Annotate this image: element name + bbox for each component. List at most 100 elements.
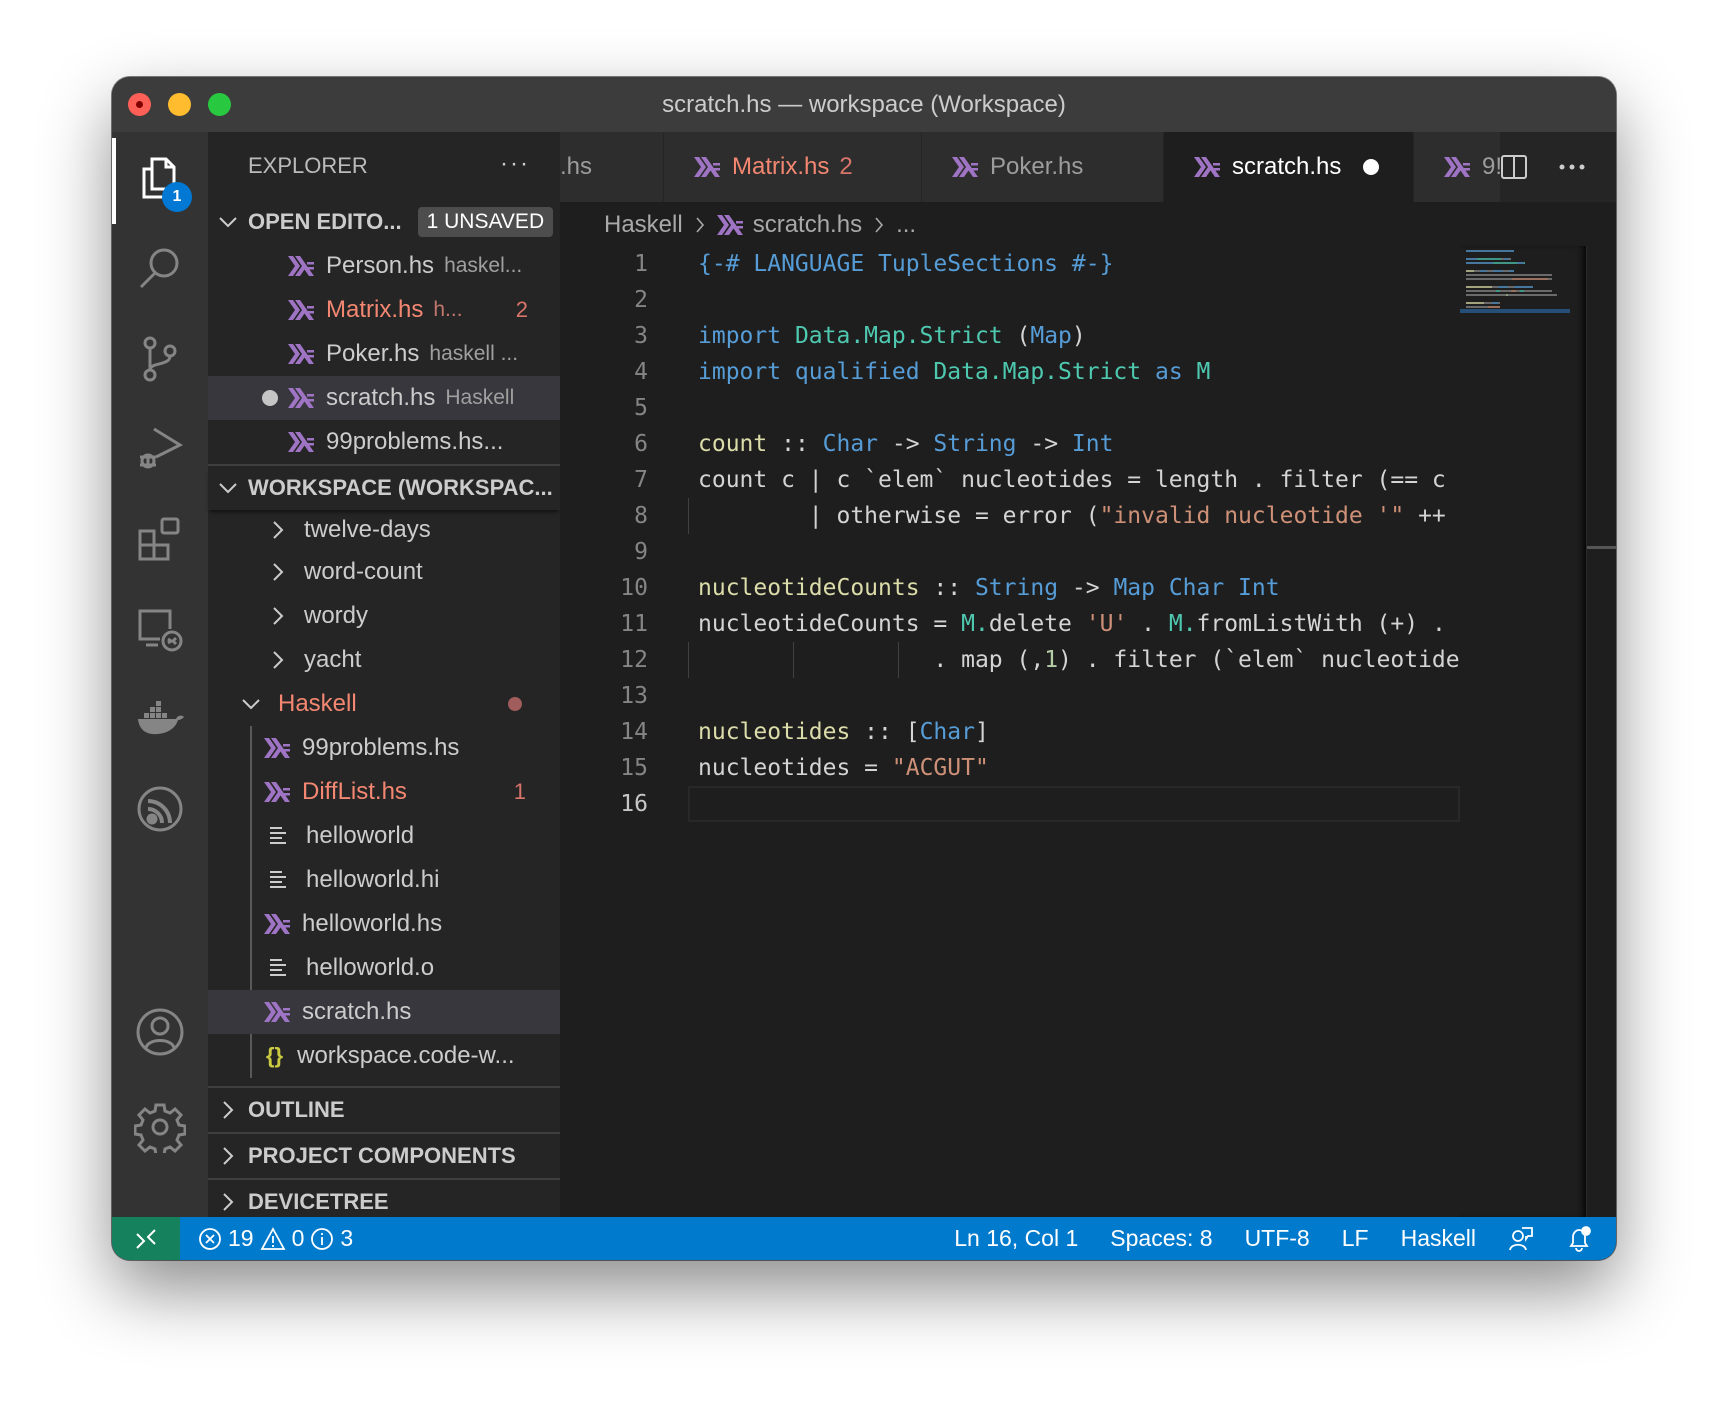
notifications-bell-icon[interactable] bbox=[1566, 1225, 1592, 1252]
text-file-icon bbox=[270, 827, 286, 844]
line-number: 13 bbox=[620, 683, 648, 709]
code-token: Data.Map.Strict bbox=[933, 359, 1142, 385]
indent-guide bbox=[898, 642, 899, 678]
line-content: nucleotides = "ACGUT" bbox=[698, 755, 989, 781]
code-token: import bbox=[698, 323, 795, 349]
tab-partial-99problems[interactable]: 9! bbox=[1414, 132, 1504, 202]
code-line[interactable]: 3 import Data.Map.Strict (Map) bbox=[560, 318, 1460, 354]
tab-problem-count: 2 bbox=[839, 153, 853, 180]
maximize-window-button[interactable] bbox=[208, 93, 231, 116]
tab-label: 9! bbox=[1482, 153, 1503, 180]
minimap-token bbox=[1466, 274, 1553, 276]
tab-scratch[interactable]: scratch.hs bbox=[1164, 132, 1414, 202]
encoding[interactable]: UTF-8 bbox=[1245, 1225, 1310, 1252]
file-path: haskel... bbox=[444, 254, 523, 277]
title-bar: scratch.hs — workspace (Workspace) bbox=[112, 77, 1616, 132]
tab-poker[interactable]: Poker.hs bbox=[922, 132, 1164, 202]
line-number: 15 bbox=[620, 755, 648, 781]
close-window-button[interactable] bbox=[128, 93, 151, 116]
activity-docker[interactable] bbox=[112, 674, 208, 764]
extensions-icon bbox=[138, 517, 180, 561]
code-line[interactable]: 5 bbox=[560, 390, 1460, 426]
haskell-icon bbox=[288, 256, 314, 276]
file-item[interactable]: helloworld.hi bbox=[208, 858, 560, 902]
problems-indicator[interactable]: 19 0 3 bbox=[198, 1225, 353, 1252]
open-editor-item-active[interactable]: scratch.hs Haskell bbox=[208, 376, 560, 420]
file-item[interactable]: DiffList.hs 1 bbox=[208, 770, 560, 814]
code-line[interactable]: 4 import qualified Data.Map.Strict as M bbox=[560, 354, 1460, 390]
folder-name: word-count bbox=[304, 558, 423, 585]
activity-espressif[interactable] bbox=[112, 764, 208, 854]
minimap-token bbox=[1498, 286, 1508, 288]
folder-item-haskell[interactable]: Haskell bbox=[208, 682, 560, 726]
code-line[interactable]: 7 count c | c `elem` nucleotides = length… bbox=[560, 462, 1460, 498]
code-line[interactable]: 2 bbox=[560, 282, 1460, 318]
code-line[interactable]: 11 nucleotideCounts = M.delete 'U' . M.fr… bbox=[560, 606, 1460, 642]
vertical-scrollbar[interactable] bbox=[1586, 246, 1616, 1217]
unsaved-dot-icon[interactable] bbox=[262, 390, 278, 406]
breadcrumb-file[interactable]: scratch.hs bbox=[753, 211, 862, 239]
file-item[interactable]: helloworld bbox=[208, 814, 560, 858]
chevron-right-icon bbox=[273, 607, 284, 625]
code-line[interactable]: 10 nucleotideCounts :: String -> Map Char… bbox=[560, 570, 1460, 606]
cursor-position[interactable]: Ln 16, Col 1 bbox=[954, 1225, 1078, 1252]
activity-explorer[interactable]: 1 bbox=[112, 134, 208, 224]
activity-extensions[interactable] bbox=[112, 494, 208, 584]
file-item[interactable]: helloworld.o bbox=[208, 946, 560, 990]
code-line[interactable]: 16 bbox=[560, 786, 1460, 822]
breadcrumb-folder[interactable]: Haskell bbox=[604, 211, 683, 239]
language-mode[interactable]: Haskell bbox=[1401, 1225, 1476, 1252]
code-line[interactable]: 13 bbox=[560, 678, 1460, 714]
breadcrumb-symbol[interactable]: ... bbox=[896, 211, 916, 239]
remote-indicator[interactable] bbox=[112, 1217, 180, 1260]
open-editor-item[interactable]: Matrix.hs h... 2 bbox=[208, 288, 560, 332]
file-item[interactable]: 99problems.hs bbox=[208, 726, 560, 770]
code-token: Char bbox=[822, 431, 879, 457]
activity-manage[interactable] bbox=[112, 1082, 208, 1172]
activity-search[interactable] bbox=[112, 224, 208, 314]
code-editor[interactable]: 1 {-# LANGUAGE TupleSections #-} 2 3 import … bbox=[560, 246, 1460, 1126]
activity-remote-explorer[interactable] bbox=[112, 584, 208, 674]
workspace-header[interactable]: WORKSPACE (WORKSPAC... bbox=[208, 466, 560, 510]
tab-matrix[interactable]: Matrix.hs 2 bbox=[664, 132, 922, 202]
file-item-selected[interactable]: scratch.hs bbox=[208, 990, 560, 1034]
activity-run-debug[interactable] bbox=[112, 404, 208, 494]
haskell-icon bbox=[1194, 157, 1220, 177]
folder-item[interactable]: twelve-days bbox=[208, 510, 560, 550]
open-editor-item[interactable]: Poker.hs haskell ... bbox=[208, 332, 560, 376]
project-components-header[interactable]: PROJECT COMPONENTS bbox=[208, 1134, 560, 1178]
end-of-line[interactable]: LF bbox=[1342, 1225, 1369, 1252]
outline-header[interactable]: OUTLINE bbox=[208, 1088, 560, 1132]
code-line[interactable]: 9 bbox=[560, 534, 1460, 570]
indentation[interactable]: Spaces: 8 bbox=[1110, 1225, 1212, 1252]
minimap[interactable] bbox=[1460, 246, 1586, 1217]
tab-partial[interactable]: .hs bbox=[560, 132, 664, 202]
file-item[interactable]: helloworld.hs bbox=[208, 902, 560, 946]
activity-source-control[interactable] bbox=[112, 314, 208, 404]
folder-item[interactable]: word-count bbox=[208, 550, 560, 594]
minimap-token bbox=[1466, 294, 1506, 296]
code-line[interactable]: 15 nucleotides = "ACGUT" bbox=[560, 750, 1460, 786]
code-line[interactable]: 8 | otherwise = error ("invalid nucleoti… bbox=[560, 498, 1460, 534]
code-line[interactable]: 14 nucleotides :: [Char] bbox=[560, 714, 1460, 750]
folder-item[interactable]: yacht bbox=[208, 638, 560, 682]
more-actions-icon[interactable] bbox=[1558, 163, 1586, 171]
minimize-window-button[interactable] bbox=[168, 93, 191, 116]
feedback-icon[interactable] bbox=[1508, 1226, 1534, 1252]
file-item[interactable]: {} workspace.code-w... bbox=[208, 1034, 560, 1078]
more-actions-button[interactable]: ··· bbox=[500, 150, 530, 178]
unsaved-dot-icon[interactable] bbox=[1363, 159, 1380, 175]
open-editor-item[interactable]: 99problems.hs... bbox=[208, 420, 560, 464]
split-editor-icon[interactable] bbox=[1500, 154, 1528, 180]
minimap-token bbox=[1466, 306, 1489, 308]
open-editor-item[interactable]: Person.hs haskel... bbox=[208, 244, 560, 288]
code-line[interactable]: 1 {-# LANGUAGE TupleSections #-} bbox=[560, 246, 1460, 282]
run-debug-icon bbox=[140, 427, 184, 469]
code-token: M. bbox=[1168, 611, 1197, 637]
folder-item[interactable]: wordy bbox=[208, 594, 560, 638]
code-token: 'U' bbox=[1085, 611, 1128, 637]
activity-accounts[interactable] bbox=[112, 987, 208, 1077]
code-line[interactable]: 6 count :: Char -> String -> Int bbox=[560, 426, 1460, 462]
code-line[interactable]: 12 . map (,1) . filter (`elem` nucleotid… bbox=[560, 642, 1460, 678]
open-editors-header[interactable]: OPEN EDITO... 1 UNSAVED bbox=[208, 200, 560, 244]
